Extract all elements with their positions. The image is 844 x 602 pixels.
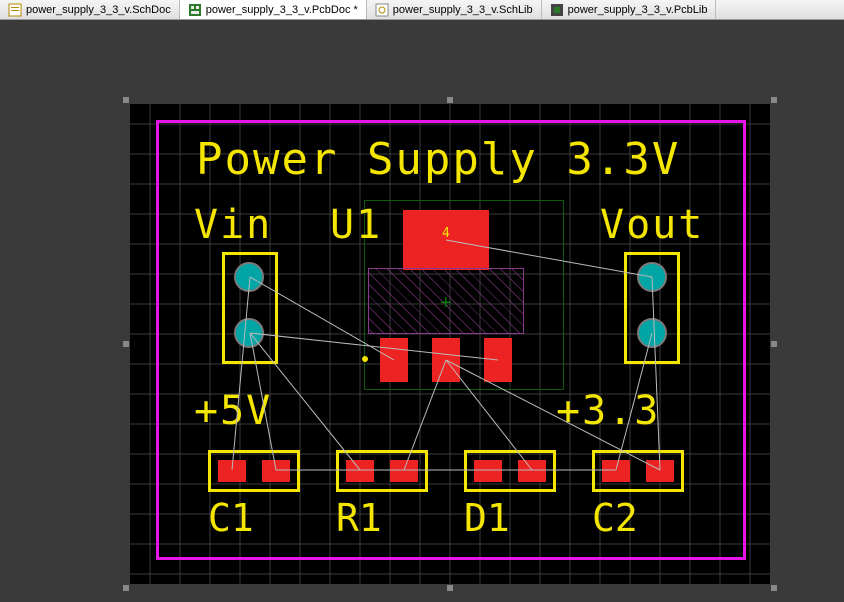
vin-pad-2[interactable]: [234, 318, 264, 348]
designator-r1: R1: [336, 496, 382, 540]
tab-label: power_supply_3_3_v.PcbDoc *: [206, 4, 358, 16]
u1-pad-4-num: 4: [442, 226, 450, 241]
pin1-marker: [362, 356, 368, 362]
vout-pad-1[interactable]: [637, 262, 667, 292]
vin-pad-1[interactable]: [234, 262, 264, 292]
u1-pad-2[interactable]: [432, 338, 460, 382]
label-u1: U1: [330, 202, 382, 248]
c1-pad-2[interactable]: [262, 460, 290, 482]
r1-pad-1[interactable]: [346, 460, 374, 482]
vout-pad-2[interactable]: [637, 318, 667, 348]
tab-schlib[interactable]: power_supply_3_3_v.SchLib: [367, 0, 542, 19]
label-vout: Vout: [600, 202, 704, 248]
c2-pad-1[interactable]: [602, 460, 630, 482]
d1-pad-1[interactable]: [474, 460, 502, 482]
designator-d1: D1: [464, 496, 510, 540]
r1-pad-2[interactable]: [390, 460, 418, 482]
pcblib-icon: [550, 3, 564, 17]
tab-label: power_supply_3_3_v.SchDoc: [26, 4, 171, 16]
origin-cross: +: [440, 292, 452, 315]
tab-bar: power_supply_3_3_v.SchDoc power_supply_3…: [0, 0, 844, 20]
label-33v: +3.3: [556, 388, 660, 434]
label-5v: +5V: [194, 388, 272, 434]
pcb-icon: [188, 3, 202, 17]
pcb-canvas[interactable]: Power Supply 3.3V Vin U1 Vout 4 + +5: [0, 20, 844, 602]
c2-pad-2[interactable]: [646, 460, 674, 482]
designator-c1: C1: [208, 496, 254, 540]
label-vin: Vin: [194, 202, 272, 248]
d1-pad-2[interactable]: [518, 460, 546, 482]
u1-pad-3[interactable]: [484, 338, 512, 382]
tab-schdoc[interactable]: power_supply_3_3_v.SchDoc: [0, 0, 180, 19]
board-title: Power Supply 3.3V: [196, 134, 680, 185]
designator-c2: C2: [592, 496, 638, 540]
tab-pcblib[interactable]: power_supply_3_3_v.PcbLib: [542, 0, 717, 19]
tab-label: power_supply_3_3_v.SchLib: [393, 4, 533, 16]
schematic-icon: [8, 3, 22, 17]
u1-pad-1[interactable]: [380, 338, 408, 382]
c1-pad-1[interactable]: [218, 460, 246, 482]
tab-pcbdoc[interactable]: power_supply_3_3_v.PcbDoc *: [180, 0, 367, 19]
tab-label: power_supply_3_3_v.PcbLib: [568, 4, 708, 16]
schlib-icon: [375, 3, 389, 17]
